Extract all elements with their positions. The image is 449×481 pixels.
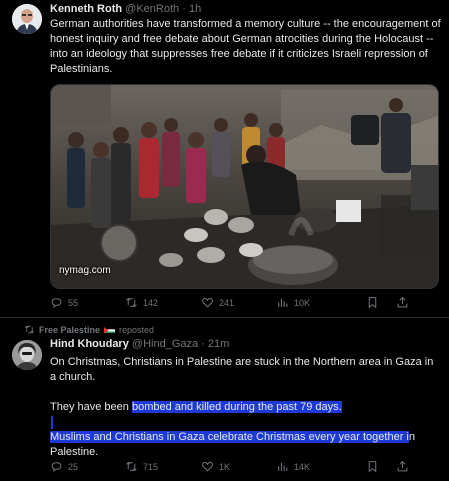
selected-text: Muslims and Christians in Gaza celebrate… — [50, 431, 409, 443]
repost-icon — [126, 462, 137, 471]
palestine-flag-icon — [104, 326, 116, 333]
tweet-hind-khoudary[interactable]: Free Palestine reposted Hind Khoudary @H… — [0, 319, 449, 481]
author-handle[interactable]: @Hind_Gaza — [132, 338, 198, 350]
author-handle[interactable]: @KenRoth — [125, 3, 179, 15]
like-button[interactable]: 241 — [201, 296, 234, 309]
bookmark-icon — [368, 461, 377, 473]
views-button[interactable]: 10K — [276, 296, 310, 309]
tweet-actions: 55 142 241 10K — [50, 296, 442, 310]
share-button[interactable] — [396, 296, 409, 309]
tweet-text: German authorities have transformed a me… — [50, 18, 441, 75]
views-count: 10K — [294, 297, 311, 308]
photo-illustration — [51, 85, 438, 288]
avatar[interactable] — [12, 340, 42, 370]
reply-count: 25 — [68, 461, 79, 472]
tweet-media-photo[interactable]: nymag.com — [50, 84, 439, 289]
repost-count: 715 — [143, 461, 159, 472]
repost-icon — [25, 325, 34, 334]
like-count: 1K — [219, 461, 231, 472]
tweet-paragraph-1: On Christmas, Christians in Palestine ar… — [50, 356, 434, 383]
reply-icon — [51, 298, 62, 308]
avatar-image — [12, 340, 42, 370]
tweet-header: Hind Khoudary @Hind_Gaza · 21m — [50, 338, 229, 350]
separator-dot: · — [201, 338, 205, 350]
text-plain: They have been — [50, 401, 132, 413]
share-button[interactable] — [396, 460, 409, 473]
repost-label: reposted — [119, 324, 155, 335]
repost-count: 142 — [143, 297, 159, 308]
tweet-actions: 25 715 1K 14K — [50, 460, 442, 474]
reply-count: 55 — [68, 297, 79, 308]
like-button[interactable]: 1K — [201, 460, 230, 473]
heart-icon — [201, 461, 214, 472]
tweet-kenneth-roth[interactable]: Kenneth Roth @KenRoth · 1h German author… — [0, 0, 449, 318]
tweet-paragraph-3: Muslims and Christians in Gaza celebrate… — [50, 430, 442, 460]
reply-button[interactable]: 55 — [50, 296, 78, 309]
tweet-header: Kenneth Roth @KenRoth · 1h — [50, 3, 201, 15]
views-count: 14K — [294, 461, 311, 472]
reply-icon — [51, 462, 62, 472]
tweet-paragraph-2: They have been bombed and killed during … — [50, 400, 442, 415]
views-icon — [278, 298, 288, 307]
tweet-time[interactable]: 21m — [208, 338, 229, 350]
bookmark-button[interactable] — [366, 296, 379, 309]
repost-icon — [126, 298, 137, 307]
views-button[interactable]: 14K — [276, 460, 310, 473]
bookmark-icon — [368, 297, 377, 309]
selected-text: bombed and killed during the past 79 day… — [131, 401, 342, 413]
tweet-time[interactable]: 1h — [189, 3, 201, 15]
share-icon — [397, 296, 408, 308]
bookmark-button[interactable] — [366, 460, 379, 473]
avatar-image — [12, 4, 42, 34]
reposter-name[interactable]: Free Palestine — [39, 325, 100, 335]
views-icon — [278, 462, 288, 471]
repost-button[interactable]: 715 — [125, 460, 158, 473]
repost-indicator: Free Palestine reposted — [24, 324, 154, 335]
share-icon — [397, 460, 408, 472]
separator-dot: · — [182, 3, 186, 15]
media-source-label[interactable]: nymag.com — [59, 265, 111, 276]
author-name[interactable]: Hind Khoudary — [50, 338, 129, 350]
author-name[interactable]: Kenneth Roth — [50, 3, 122, 15]
selection-caret-line — [50, 415, 442, 430]
like-count: 241 — [219, 297, 235, 308]
tweet-text: On Christmas, Christians in Palestine ar… — [50, 355, 442, 460]
repost-button[interactable]: 142 — [125, 296, 158, 309]
avatar[interactable] — [12, 4, 42, 34]
reply-button[interactable]: 25 — [50, 460, 78, 473]
heart-icon — [201, 297, 214, 308]
